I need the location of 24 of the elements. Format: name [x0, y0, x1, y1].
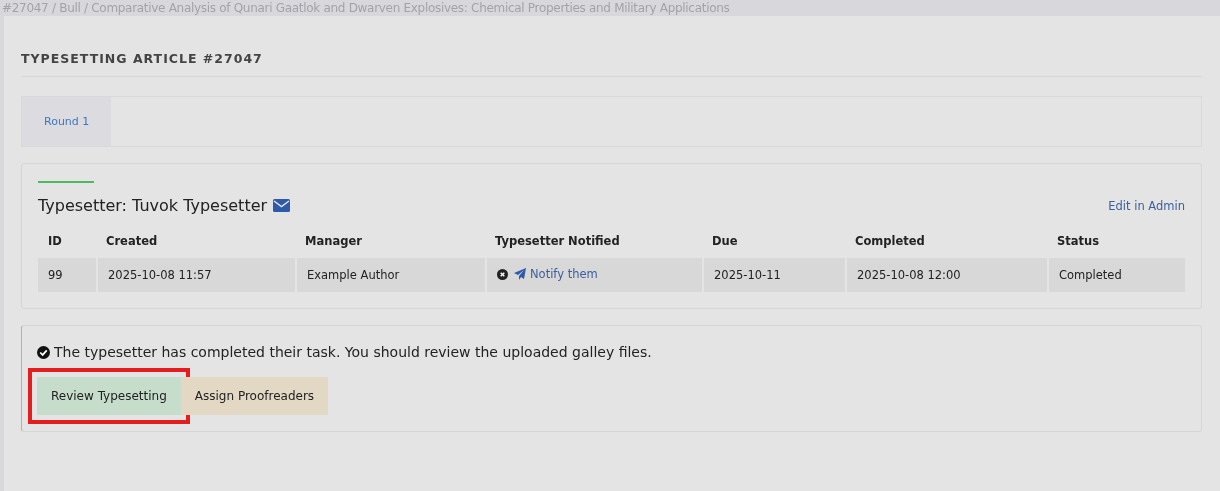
table-cell: Example Author: [295, 258, 485, 292]
column-header: Due: [711, 232, 739, 250]
column-header: Typesetter Notified: [494, 232, 621, 250]
table-cell: 2025-10-11: [702, 258, 845, 292]
table-cell: Completed: [1047, 258, 1185, 292]
notify-link[interactable]: Notify them: [514, 267, 598, 282]
paper-plane-icon: [514, 268, 526, 281]
column-header: Manager: [304, 232, 363, 250]
column-header: ID: [47, 232, 63, 250]
page-title: TYPESETTING ARTICLE #27047: [21, 38, 1202, 77]
check-circle-icon: [37, 345, 50, 359]
action-button[interactable]: Assign Proofreaders: [180, 377, 329, 415]
column-header: Created: [105, 232, 159, 250]
table-cell: 2025-10-08 12:00: [845, 258, 1047, 292]
edit-in-admin-link[interactable]: Edit in Admin: [1108, 198, 1185, 213]
column-header: Status: [1056, 232, 1101, 250]
envelope-icon[interactable]: [273, 199, 291, 212]
column-header: Completed: [854, 232, 926, 250]
action-button[interactable]: Review Typesetting: [37, 377, 181, 415]
assignment-heading: Typesetter: Tuvok Typesetter: [38, 196, 268, 215]
alert-message: The typesetter has completed their task. You should review the uploaded galley files.: [54, 344, 652, 360]
table-cell: 99: [38, 258, 96, 292]
table-cell: 2025-10-08 11:57: [96, 258, 295, 292]
tab[interactable]: Round 1: [22, 97, 112, 146]
